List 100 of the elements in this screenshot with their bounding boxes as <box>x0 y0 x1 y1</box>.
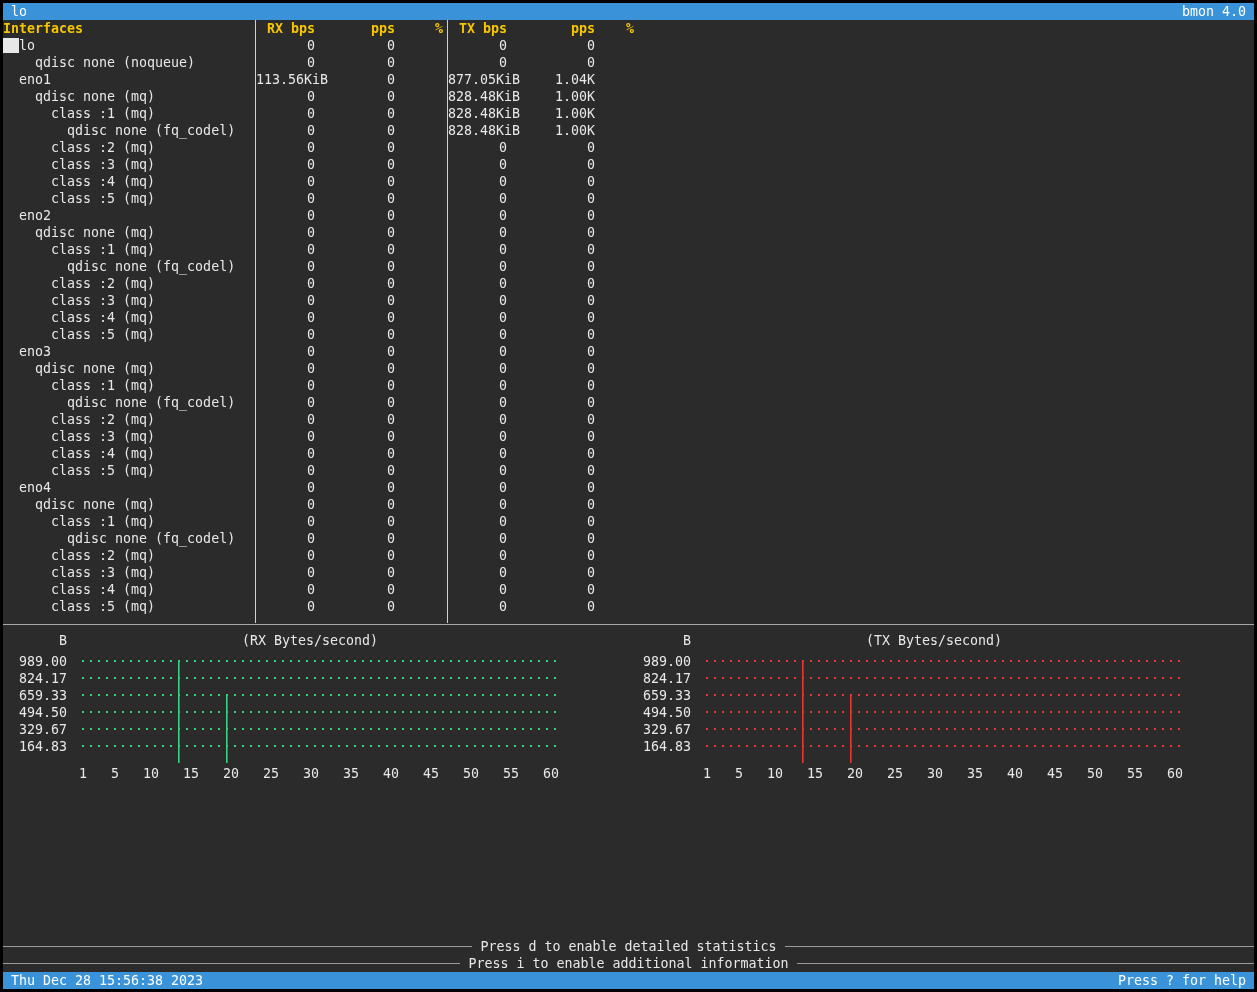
table-cell: 0 <box>307 259 315 274</box>
table-cell: 0 <box>387 259 395 274</box>
interface-name[interactable]: qdisc none (mq) <box>3 89 156 104</box>
tick-label: 1 <box>703 766 711 781</box>
interface-name[interactable]: class :3 (mq) <box>3 429 156 444</box>
interface-name[interactable]: class :4 (mq) <box>3 310 156 325</box>
table-cell: 0 <box>499 327 507 342</box>
interface-name[interactable]: class :2 (mq) <box>3 548 156 563</box>
date-time: Thu Dec 28 15:56:38 2023 <box>11 972 204 989</box>
table-cell: 0 <box>499 378 507 393</box>
table-cell: 0 <box>387 361 395 376</box>
table-cell: 0 <box>587 327 595 342</box>
interface-name[interactable]: eno2 <box>3 208 52 223</box>
table-cell: 0 <box>307 310 315 325</box>
interface-name[interactable]: class :3 (mq) <box>3 565 156 580</box>
table-cell: 0 <box>387 72 395 87</box>
table-cell: 0 <box>387 344 395 359</box>
table-cell: 0 <box>587 412 595 427</box>
interface-name[interactable]: qdisc none (mq) <box>3 361 156 376</box>
interface-name[interactable]: class :5 (mq) <box>3 463 156 478</box>
interface-name[interactable]: class :5 (mq) <box>3 191 156 206</box>
interface-name[interactable]: eno1 <box>3 72 52 87</box>
tick-label: 40 <box>1007 766 1023 781</box>
table-cell: 0 <box>387 548 395 563</box>
table-cell: 0 <box>587 514 595 529</box>
tick-label: 659.33 <box>18 688 67 703</box>
table-cell: 0 <box>587 429 595 444</box>
table-cell: 0 <box>587 157 595 172</box>
table-cell: 0 <box>307 123 315 138</box>
table-cell: 0 <box>499 242 507 257</box>
table-cell: 0 <box>307 446 315 461</box>
tick-label: 15 <box>183 766 199 781</box>
tick-label: 5 <box>735 766 743 781</box>
table-cell: 0 <box>387 242 395 257</box>
table-cell: 0 <box>387 582 395 597</box>
table-cell: 0 <box>499 157 507 172</box>
table-cell: 1.00K <box>554 89 595 104</box>
interface-name[interactable]: eno4 <box>3 480 52 495</box>
table-cell: 0 <box>499 259 507 274</box>
interface-name[interactable]: class :1 (mq) <box>3 106 156 121</box>
interface-name[interactable]: class :2 (mq) <box>3 412 156 427</box>
interface-name[interactable]: class :3 (mq) <box>3 293 156 308</box>
help-hint: Press ? for help <box>1117 972 1246 989</box>
table-cell: 0 <box>587 38 595 53</box>
tick-label: 329.67 <box>642 722 691 737</box>
table-cell: 0 <box>307 531 315 546</box>
tick-label: 20 <box>223 766 239 781</box>
interface-name[interactable]: qdisc none (fq_codel) <box>3 531 236 546</box>
table-cell: 0 <box>307 463 315 478</box>
table-cell: 0 <box>307 514 315 529</box>
chart-title: (TX Bytes/second) <box>865 633 1003 648</box>
table-cell: 1.04K <box>554 72 595 87</box>
interface-name[interactable]: qdisc none (fq_codel) <box>3 395 236 410</box>
interface-name[interactable]: qdisc none (mq) <box>3 497 156 512</box>
interface-name[interactable]: class :4 (mq) <box>3 582 156 597</box>
interface-name[interactable]: qdisc none (fq_codel) <box>3 259 236 274</box>
table-cell: 0 <box>587 395 595 410</box>
interface-name[interactable]: class :5 (mq) <box>3 327 156 342</box>
table-cell: 0 <box>387 225 395 240</box>
interface-name[interactable]: class :1 (mq) <box>3 242 156 257</box>
table-cell: 0 <box>587 208 595 223</box>
interface-name[interactable]: qdisc none (mq) <box>3 225 156 240</box>
table-cell: 0 <box>307 208 315 223</box>
table-cell: 0 <box>499 208 507 223</box>
table-cell: 0 <box>499 344 507 359</box>
table-cell: 0 <box>587 55 595 70</box>
axis-label: B <box>683 633 691 648</box>
table-cell: 0 <box>587 531 595 546</box>
interface-name[interactable]: class :2 (mq) <box>3 276 156 291</box>
tick-label: 30 <box>303 766 319 781</box>
interface-name[interactable]: class :1 (mq) <box>3 514 156 529</box>
axis-label: B <box>59 633 67 648</box>
table-cell: 0 <box>499 310 507 325</box>
interface-name[interactable]: class :4 (mq) <box>3 446 156 461</box>
table-cell: 0 <box>387 310 395 325</box>
interface-name[interactable]: qdisc none (noqueue) <box>3 55 196 70</box>
tick-label: 824.17 <box>642 671 691 686</box>
table-cell: 0 <box>387 480 395 495</box>
interface-name[interactable]: class :3 (mq) <box>3 157 156 172</box>
table-cell: 0 <box>307 378 315 393</box>
interface-name[interactable]: class :5 (mq) <box>3 599 156 614</box>
table-cell: 828.48KiB <box>448 106 521 121</box>
hint-text: Press d to enable detailed statistics <box>479 938 778 955</box>
interface-name[interactable]: class :2 (mq) <box>3 140 156 155</box>
table-cell: 0 <box>387 89 395 104</box>
interface-name[interactable]: eno3 <box>3 344 52 359</box>
table-cell: 828.48KiB <box>448 89 521 104</box>
table-cell: 0 <box>499 446 507 461</box>
table-cell: 0 <box>307 140 315 155</box>
interface-name[interactable]: class :4 (mq) <box>3 174 156 189</box>
table-cell: 0 <box>499 55 507 70</box>
interface-name[interactable]: class :1 (mq) <box>3 378 156 393</box>
table-cell: 0 <box>307 55 315 70</box>
interface-name[interactable]: qdisc none (fq_codel) <box>3 123 236 138</box>
tick-label: 659.33 <box>642 688 691 703</box>
tick-label: 35 <box>967 766 983 781</box>
table-cell: 828.48KiB <box>448 123 521 138</box>
table-cell: 0 <box>307 412 315 427</box>
table-cell: 0 <box>387 378 395 393</box>
tick-label: 10 <box>143 766 159 781</box>
